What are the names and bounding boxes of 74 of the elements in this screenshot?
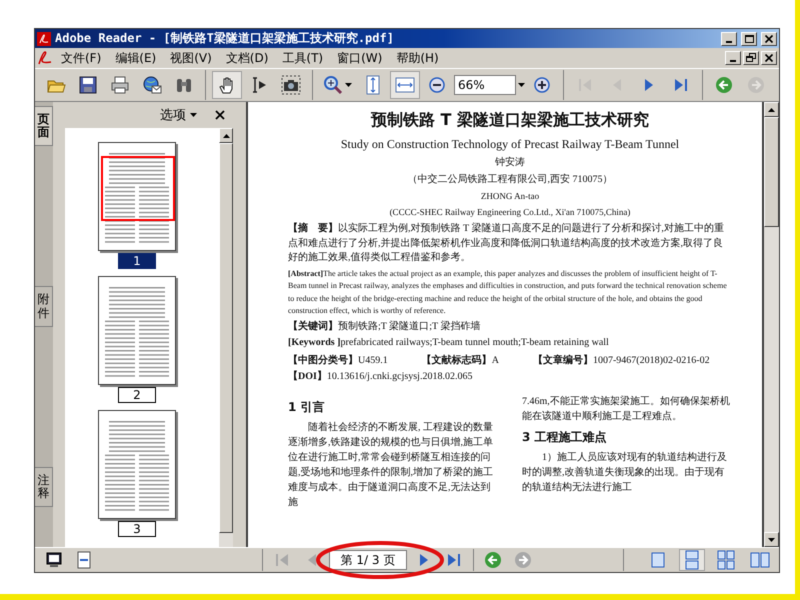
doi-text: 【DOI】10.13616/j.cnki.gcjsysj.2018.02.065 (288, 370, 474, 384)
menu-item[interactable]: 编辑(E) (109, 48, 162, 68)
printer-icon (110, 75, 130, 95)
caret-icon (518, 83, 525, 87)
side-tab[interactable]: 注释 (35, 466, 53, 508)
maximize-icon (744, 34, 754, 44)
english-title: Study on Construction Technology of Precast Railway T-Beam Tunnel (340, 136, 680, 153)
affiliation: （中交二公局铁路工程有限公司,西安 710075） (408, 172, 612, 187)
scroll-button[interactable] (219, 128, 233, 143)
caret-icon (190, 113, 197, 117)
scroll-thumb[interactable] (764, 117, 779, 227)
body-paragraph: 7.46m,不能正常实施架梁施工。如何确保架桥机能在该隧道中顺利施工是工程难点。 (522, 394, 731, 424)
down-arrow-icon (768, 538, 775, 542)
up-arrow-icon (222, 134, 230, 138)
author-name: 钟安涛 (495, 156, 525, 170)
affiliation: (CCCC-SHEC Railway Engineering Co.Ltd., Xi'an 710075,China) (390, 206, 630, 219)
magnifier-plus-icon (323, 75, 343, 95)
caret-icon (345, 83, 352, 87)
menu-item[interactable]: 帮助(H) (390, 48, 445, 68)
two-pages-icon (750, 550, 770, 570)
toolbar-button[interactable] (212, 71, 242, 99)
globe-envelope-icon (142, 75, 162, 95)
camera-icon (281, 75, 301, 95)
restore-button[interactable] (743, 51, 759, 65)
section-heading: 1 引言 (288, 399, 326, 416)
min-button[interactable] (725, 51, 741, 65)
monitor-icon (44, 550, 64, 570)
page-number: 2 (118, 387, 156, 403)
metadata-text: 【文章编号】1007-9467(2018)02-0216-02 (532, 353, 710, 368)
horizontal-arrows-icon (395, 75, 415, 95)
layout-button[interactable] (679, 549, 705, 571)
menu-item[interactable]: 工具(T) (276, 48, 330, 68)
page-number: 3 (118, 521, 156, 537)
abstract-paragraph: 【摘 要】以实际工程为例,对预制铁路 T 梁隧道口高度不足的问题进行了分析和探讨,对施工中的重点和难点进行了分析,并提出降低架桥机作业高度和降低洞口轨道结构高度的技术改造方案,取得了良好的施工效果,值得类似工程借鉴和参考。 (288, 222, 725, 265)
close-button[interactable] (761, 51, 777, 65)
minimize-icon (730, 60, 736, 62)
pdf-logo-icon (37, 50, 53, 66)
body-paragraph: 1）施工人员应该对现有的轨道结构进行及时的调整,改善轨道失衡现象的出现。由于现有的轨道结构无法进行施工 (522, 450, 728, 495)
abstract-paragraph: [Abstract]The article takes the actual project as an example, this paper analyzes and discusses the problem of insufficient height of T-Beam tunnel in Precast railway, analyzes the emphases and difficulties in construction, and puts forward the technical renovation scheme to reduce the height of the bridge-erecting machine and reduce the height of the orbital structure of the hole, and obtains the good construction effect, which is worthy of reference. (288, 268, 728, 317)
four-pages-icon (716, 550, 736, 570)
body-paragraph: 随着社会经济的不断发展, 工程建设的数量逐渐增多,铁路建设的规模的也与日俱增,施工单位在进行施工时,常常会碰到桥隧互相连接的问题,受场地和地理条件的限制,增加了桥梁的施工难度与成本。由于隧道洞口高度不足,无法达到施 (288, 420, 494, 510)
metadata-text: 【中图分类号】U459.1 (288, 354, 388, 368)
scroll-button[interactable] (764, 102, 779, 117)
page-number-field[interactable]: 第 1/ 3 页 (329, 550, 407, 570)
options-menu[interactable]: 选项 (160, 106, 197, 124)
min-button[interactable] (721, 32, 737, 46)
menu-item[interactable]: 文档(D) (220, 48, 274, 68)
close-button[interactable] (761, 32, 777, 46)
document-title: 预制铁路 T 梁隧道口架梁施工技术研究 (370, 110, 650, 131)
close-icon (764, 34, 774, 44)
menu-item[interactable]: 文件(F) (55, 48, 108, 68)
page-number: 1 (118, 253, 156, 269)
max-button[interactable] (741, 32, 757, 46)
restore-icon (746, 53, 756, 63)
minus-circle-icon (427, 75, 447, 95)
side-tab[interactable]: 页面 (35, 106, 53, 146)
metadata-text: 【文献标志码】A (422, 354, 499, 368)
zoom-field[interactable]: 66% (454, 75, 516, 95)
author-name: ZHONG An-tao (480, 190, 540, 203)
section-heading: 3 工程施工难点 (522, 429, 608, 446)
scroll-button[interactable] (764, 532, 779, 547)
menu-item[interactable]: 视图(V) (164, 48, 218, 68)
close-icon (764, 53, 774, 63)
plus-circle-icon (532, 75, 552, 95)
window-title: Adobe Reader - [制铁路T梁隧道口架梁施工技术研究.pdf] (55, 30, 395, 47)
side-tab[interactable]: 附件 (35, 286, 53, 327)
abstract-paragraph: [Keywords ]prefabricated railways;T-beam tunnel mouth;T-beam retaining wall (288, 336, 610, 350)
abstract-paragraph: 【关键词】预制铁路;T 梁隧道口;T 梁挡砟墙 (288, 320, 482, 334)
scrollbar[interactable] (764, 102, 779, 547)
up-arrow-icon (768, 108, 775, 112)
close-icon[interactable] (215, 110, 225, 120)
pdf-logo-icon (37, 32, 51, 46)
minimize-icon (726, 40, 732, 42)
menu-item[interactable]: 窗口(W) (331, 48, 388, 68)
